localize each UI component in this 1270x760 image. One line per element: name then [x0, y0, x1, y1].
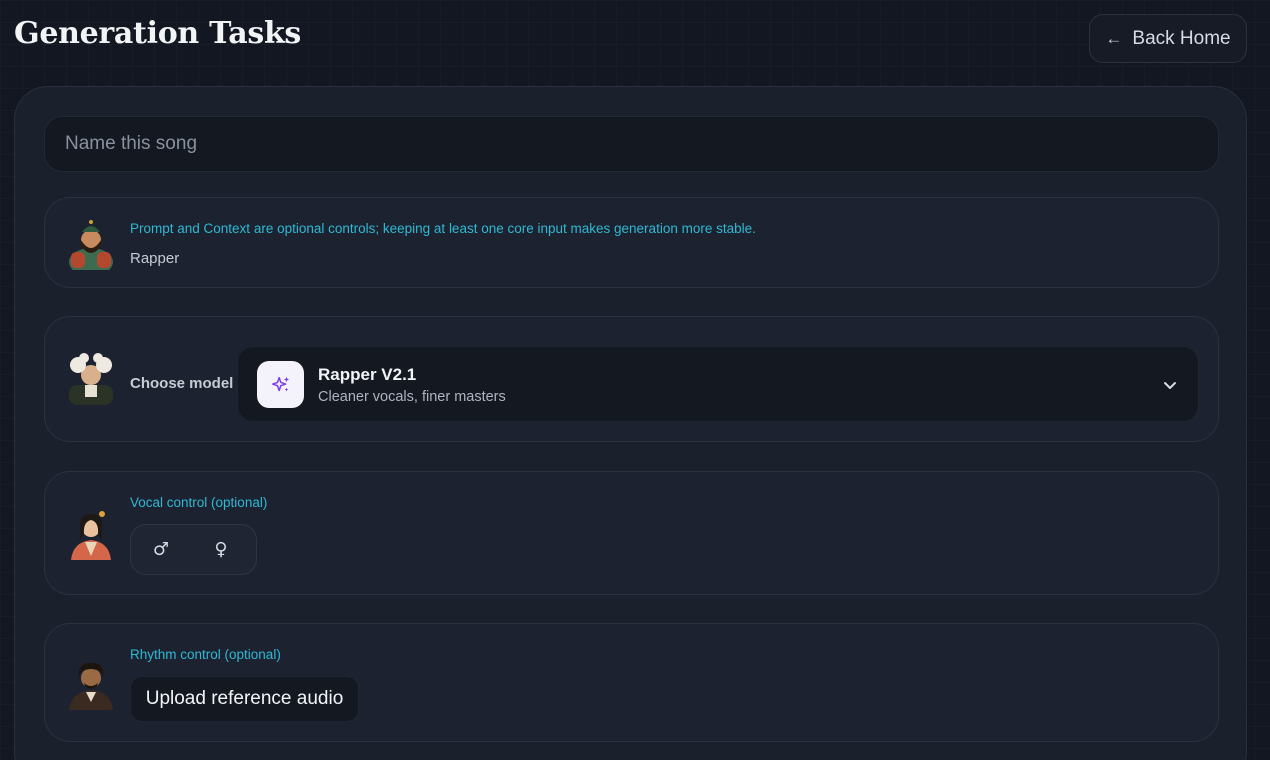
male-voice-button[interactable]: ♂: [131, 525, 191, 574]
vocal-hint: Vocal control (optional): [130, 495, 268, 510]
rhythm-hint: Rhythm control (optional): [130, 647, 281, 662]
rhythm-card: Rhythm control (optional) Upload referen…: [44, 623, 1219, 742]
chevron-down-icon: [1164, 382, 1176, 389]
model-select[interactable]: Rapper V2.1 Cleaner vocals, finer master…: [237, 346, 1199, 422]
back-home-label: Back Home: [1132, 27, 1231, 49]
prompt-card: Prompt and Context are optional controls…: [44, 197, 1219, 288]
model-name: Rapper V2.1: [318, 365, 417, 384]
singer-avatar-icon: [71, 511, 111, 560]
model-description: Cleaner vocals, finer masters: [318, 389, 506, 405]
back-home-button[interactable]: ← Back Home: [1089, 14, 1247, 63]
upload-reference-audio-button[interactable]: Upload reference audio: [130, 676, 359, 722]
model-card: Choose model Rapper V2.1 Cleaner vocals,…: [44, 316, 1219, 442]
generation-form-panel: Prompt and Context are optional controls…: [14, 86, 1247, 760]
poet-avatar-icon: [69, 662, 113, 710]
vocal-card: Vocal control (optional) ♂ ♀: [44, 471, 1219, 595]
page-title: Generation Tasks: [14, 16, 302, 51]
song-name-input[interactable]: [44, 116, 1219, 172]
prompt-hint: Prompt and Context are optional controls…: [130, 221, 756, 236]
sparkles-icon: [257, 361, 304, 408]
scholar-avatar-icon: [69, 353, 113, 405]
arrow-left-icon: ←: [1105, 28, 1123, 48]
choose-model-label: Choose model: [130, 375, 234, 392]
rapper-avatar-icon: [69, 220, 113, 270]
persona-label: Rapper: [130, 250, 180, 267]
female-voice-button[interactable]: ♀: [191, 525, 251, 574]
vocal-gender-toggle: ♂ ♀: [130, 524, 257, 575]
